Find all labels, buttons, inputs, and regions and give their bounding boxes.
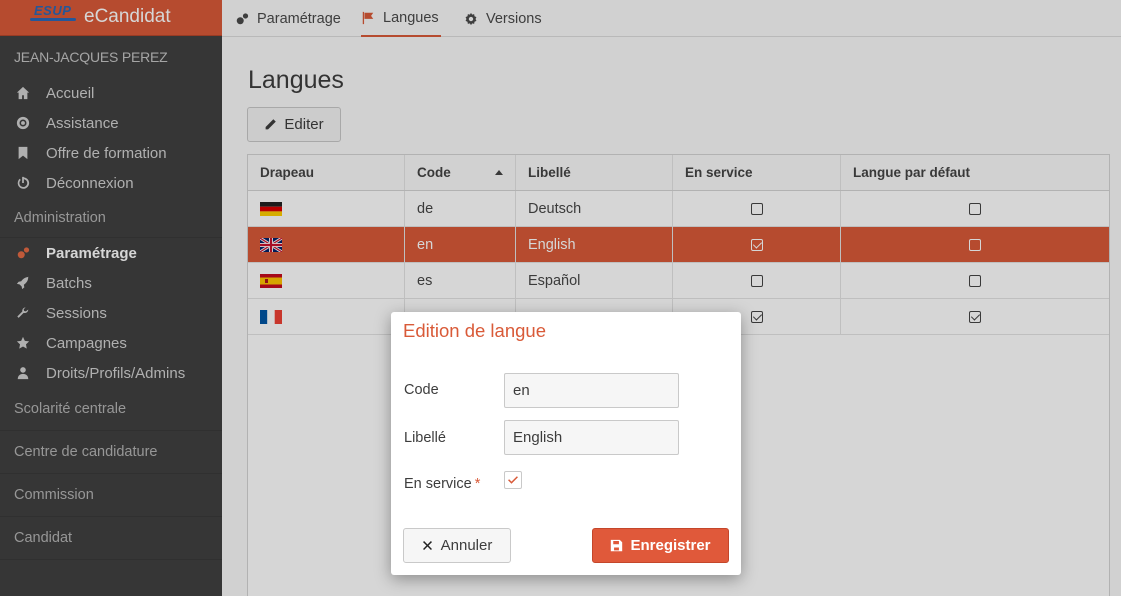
cancel-button[interactable]: Annuler [403,528,511,563]
edit-language-dialog: Edition de langue Code Libellé En servic… [391,312,741,575]
libelle-label: Libellé [404,430,446,446]
en-service-label: En service * [404,476,480,492]
floppy-icon [611,539,623,552]
required-marker: * [474,476,481,492]
cancel-button-label: Annuler [440,537,493,554]
dialog-title: Edition de langue [403,320,546,341]
code-field[interactable] [504,373,679,408]
check-icon [508,476,518,484]
en-service-label-text: En service [404,476,472,492]
save-button-label: Enregistrer [630,537,711,554]
libelle-field[interactable] [504,420,679,455]
save-button[interactable]: Enregistrer [592,528,729,563]
en-service-checkbox[interactable] [504,471,522,489]
code-label: Code [404,382,439,398]
close-icon [422,541,432,550]
